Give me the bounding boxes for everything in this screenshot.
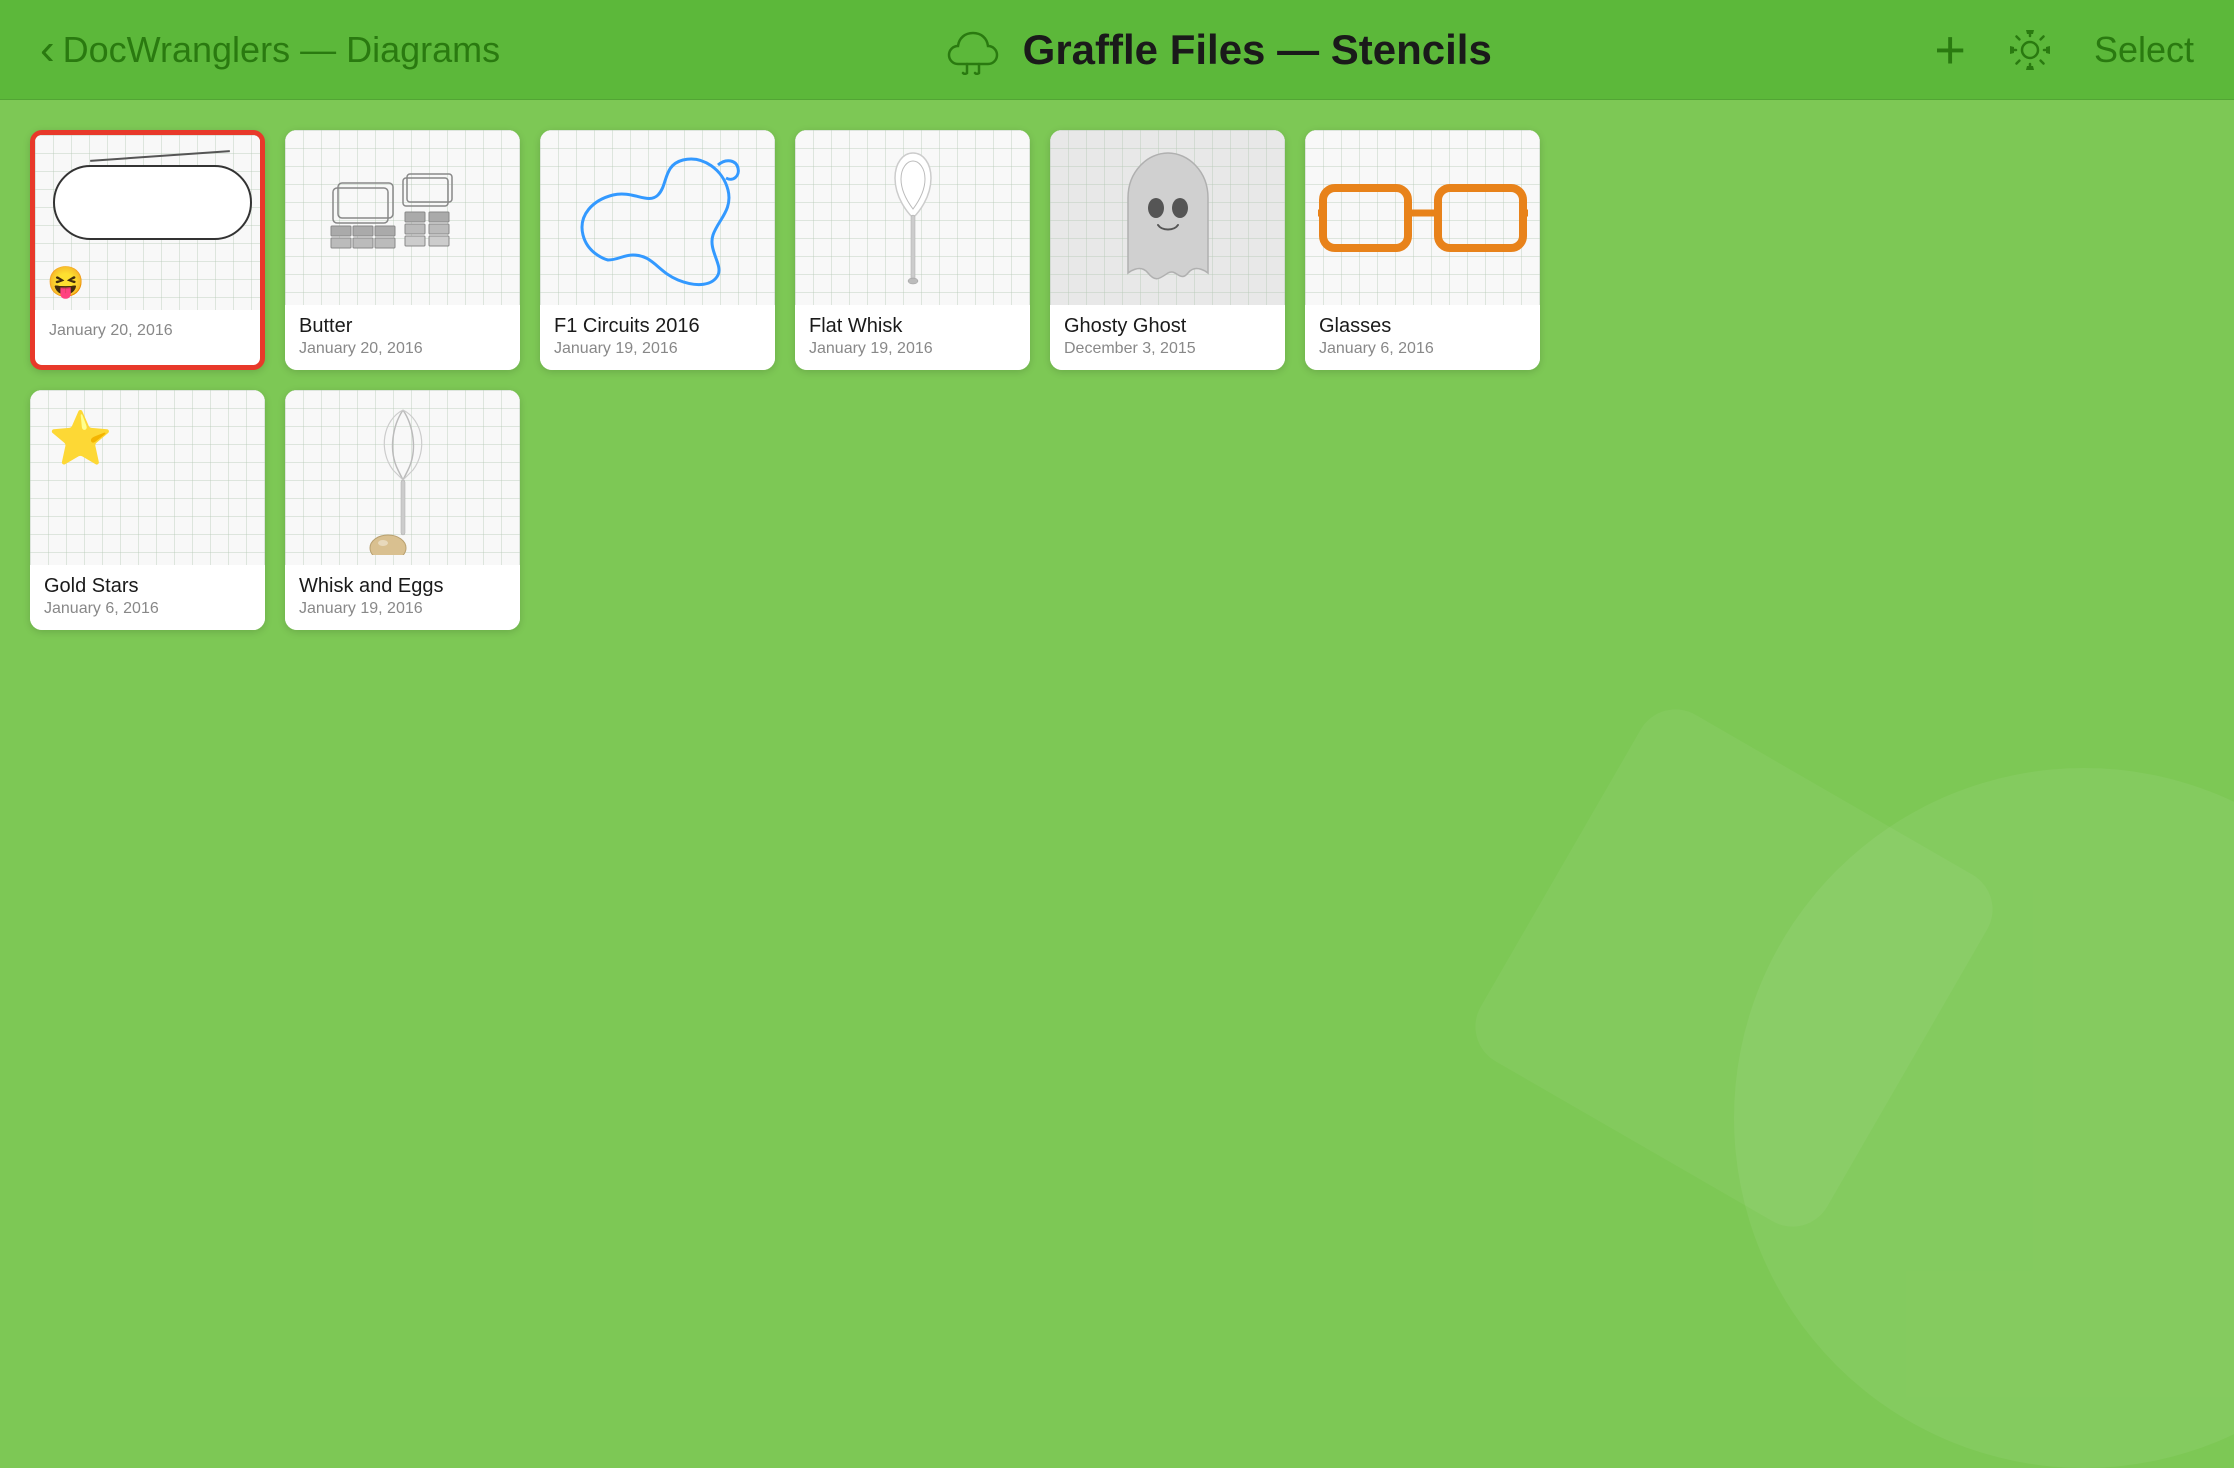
card-name: Gold Stars	[44, 575, 251, 598]
card-flat-whisk[interactable]: Flat Whisk January 19, 2016	[795, 130, 1030, 370]
card-thumbnail	[285, 390, 520, 565]
card-date: January 19, 2016	[554, 340, 761, 358]
card-info: January 20, 2016	[35, 310, 260, 352]
butter-thumbnail	[323, 148, 483, 288]
cloud-icon	[943, 25, 1003, 75]
card-glasses[interactable]: Glasses January 6, 2016	[1305, 130, 1540, 370]
card-date: January 19, 2016	[809, 340, 1016, 358]
card-date: January 6, 2016	[1319, 340, 1526, 358]
card-info: Ghosty Ghost December 3, 2015	[1050, 305, 1285, 370]
card-info: F1 Circuits 2016 January 19, 2016	[540, 305, 775, 370]
card-name: F1 Circuits 2016	[554, 315, 761, 338]
add-button[interactable]: +	[1934, 23, 1966, 77]
header-actions: + Select	[1934, 23, 2194, 77]
card-butter[interactable]: Butter January 20, 2016	[285, 130, 520, 370]
card-whisk-eggs[interactable]: Whisk and Eggs January 19, 2016	[285, 390, 520, 630]
card-date: January 20, 2016	[299, 340, 506, 358]
card-name: Ghosty Ghost	[1064, 315, 1271, 338]
card-date: December 3, 2015	[1064, 340, 1271, 358]
grid-row-1: 😝 January 20, 2016	[30, 130, 2204, 370]
header-center: Graffle Files — Stencils	[500, 25, 1934, 75]
flat-whisk-thumbnail	[873, 143, 953, 293]
card-thumbnail: 😝	[35, 135, 265, 310]
card-date: January 20, 2016	[49, 322, 246, 340]
card-name: Butter	[299, 315, 506, 338]
card-name: Flat Whisk	[809, 315, 1016, 338]
back-chevron-icon: ‹	[40, 28, 55, 72]
glasses-thumbnail	[1318, 173, 1528, 263]
star-icon: ⭐	[48, 408, 113, 469]
back-button[interactable]: ‹ DocWranglers — Diagrams	[40, 28, 500, 72]
card-name: Whisk and Eggs	[299, 575, 506, 598]
card-info: Whisk and Eggs January 19, 2016	[285, 565, 520, 630]
card-info: Butter January 20, 2016	[285, 305, 520, 370]
card-info: Glasses January 6, 2016	[1305, 305, 1540, 370]
card-f1[interactable]: F1 Circuits 2016 January 19, 2016	[540, 130, 775, 370]
card-info: Gold Stars January 6, 2016	[30, 565, 265, 630]
card-info: Flat Whisk January 19, 2016	[795, 305, 1030, 370]
card-thumbnail	[285, 130, 520, 305]
f1-thumbnail	[568, 140, 748, 295]
card-thumbnail	[1050, 130, 1285, 305]
grid-row-2: ⭐ Gold Stars January 6, 2016	[30, 390, 2204, 630]
gear-icon[interactable]	[2006, 26, 2054, 74]
back-label: DocWranglers — Diagrams	[63, 29, 500, 71]
card-name: Glasses	[1319, 315, 1526, 338]
page-title: Graffle Files — Stencils	[1023, 26, 1492, 74]
whisk-eggs-thumbnail	[353, 400, 453, 555]
card-thumbnail	[1305, 130, 1540, 305]
card-emoji-shape[interactable]: 😝 January 20, 2016	[30, 130, 265, 370]
card-thumbnail	[540, 130, 775, 305]
card-gold-stars[interactable]: ⭐ Gold Stars January 6, 2016	[30, 390, 265, 630]
card-thumbnail: ⭐	[30, 390, 265, 565]
card-ghosty-ghost[interactable]: Ghosty Ghost December 3, 2015	[1050, 130, 1285, 370]
card-thumbnail	[795, 130, 1030, 305]
header: ‹ DocWranglers — Diagrams Graffle Files …	[0, 0, 2234, 100]
select-button[interactable]: Select	[2094, 29, 2194, 71]
card-date: January 6, 2016	[44, 600, 251, 618]
file-grid: 😝 January 20, 2016	[0, 100, 2234, 660]
ghost-thumbnail	[1108, 143, 1228, 293]
card-date: January 19, 2016	[299, 600, 506, 618]
